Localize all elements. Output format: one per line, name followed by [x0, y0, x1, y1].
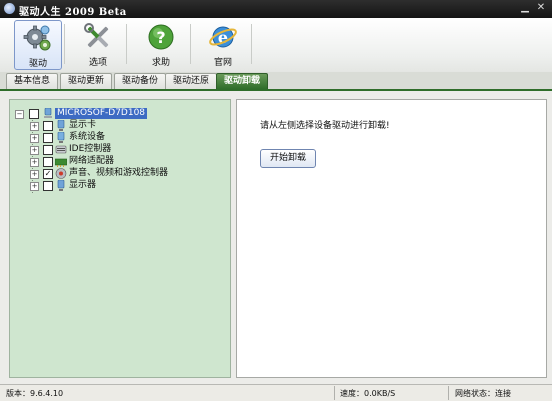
tree-item-network-adapter[interactable]: + 网络适配器: [30, 156, 225, 167]
tree-item-checkbox[interactable]: [43, 133, 53, 143]
tree-expand-toggle[interactable]: +: [30, 170, 39, 179]
tree-item-checkbox[interactable]: [43, 121, 53, 131]
monitor-icon: [57, 180, 65, 191]
tree-item-display-card[interactable]: + 显示卡: [30, 120, 225, 131]
toolbar-website-button[interactable]: e 官网: [200, 20, 246, 68]
gear-icon: [23, 25, 51, 51]
tab-driver-update[interactable]: 驱动更新: [60, 73, 112, 89]
status-version: 版本：9.6.4.10: [6, 389, 64, 398]
tree-item-monitor[interactable]: + 显示器: [30, 180, 225, 191]
status-network: 网络状态：连接: [455, 389, 511, 398]
toolbar-divider: [251, 24, 252, 64]
computer-icon: [44, 108, 52, 118]
status-bar: 版本：9.6.4.10 速度：0.0KB/S 网络状态：连接: [0, 384, 552, 401]
toolbar: 驱动 选项 ? 求助 e 官网: [0, 18, 552, 72]
tree-item-checkbox[interactable]: [43, 145, 53, 155]
uninstall-prompt: 请从左侧选择设备驱动进行卸载!: [260, 121, 390, 131]
tree-item-label: 网络适配器: [69, 156, 115, 166]
tree-collapse-toggle[interactable]: −: [15, 110, 24, 119]
tree-item-label: 显示器: [69, 180, 97, 190]
app-icon: [4, 3, 15, 14]
status-speed: 速度：0.0KB/S: [340, 389, 396, 398]
tree-root-node[interactable]: − MICROSOF-D7D108: [15, 108, 225, 119]
tab-basic-info[interactable]: 基本信息: [6, 73, 58, 89]
toolbar-divider: [126, 24, 127, 64]
tab-driver-backup[interactable]: 驱动备份: [114, 73, 166, 89]
toolbar-divider: [64, 24, 65, 64]
status-divider: [448, 386, 449, 400]
toolbar-options-label: 选项: [88, 58, 107, 68]
title-bar: 驱动人生 2009 Beta ▁ ✕: [0, 0, 552, 18]
tree-item-checkbox-checked[interactable]: ✓: [43, 169, 53, 179]
toolbar-options-button[interactable]: 选项: [75, 20, 121, 68]
toolbar-divider: [190, 24, 191, 64]
help-icon: ?: [148, 24, 174, 50]
display-card-icon: [57, 120, 65, 131]
tree-item-sound-video-game[interactable]: + ✓ 声音、视频和游戏控制器: [30, 168, 225, 179]
tree-item-ide-controller[interactable]: + IDE控制器: [30, 144, 225, 155]
uninstall-panel: 请从左侧选择设备驱动进行卸载! 开始卸载: [236, 99, 547, 378]
tree-expand-toggle[interactable]: +: [30, 122, 39, 131]
tree-item-checkbox[interactable]: [43, 181, 53, 191]
tree-expand-toggle[interactable]: +: [30, 158, 39, 167]
tree-expand-toggle[interactable]: +: [30, 182, 39, 191]
toolbar-help-label: 求助: [151, 58, 170, 68]
tree-root-checkbox[interactable]: [29, 109, 39, 119]
ie-globe-icon: e: [209, 26, 237, 48]
svg-text:?: ?: [156, 28, 165, 47]
toolbar-website-label: 官网: [213, 58, 232, 68]
ide-controller-icon: [55, 145, 67, 154]
tab-driver-uninstall[interactable]: 驱动卸载: [216, 73, 268, 89]
tree-item-label: 声音、视频和游戏控制器: [69, 168, 169, 178]
tree-item-label: 显示卡: [69, 120, 97, 130]
toolbar-help-button[interactable]: ? 求助: [138, 20, 184, 68]
tree-expand-toggle[interactable]: +: [30, 146, 39, 155]
start-uninstall-button[interactable]: 开始卸载: [260, 149, 316, 168]
sound-icon: [55, 168, 67, 179]
tree-expand-toggle[interactable]: +: [30, 134, 39, 143]
tree-item-label: IDE控制器: [69, 144, 112, 154]
toolbar-driver-label: 驱动: [28, 59, 47, 69]
toolbar-driver-button[interactable]: 驱动: [14, 20, 62, 70]
minimize-button[interactable]: ▁: [518, 2, 532, 15]
network-adapter-icon: [55, 158, 67, 167]
tools-icon: [84, 23, 109, 48]
tree-item-checkbox[interactable]: [43, 157, 53, 167]
close-button[interactable]: ✕: [534, 2, 548, 15]
tree-item-system-devices[interactable]: + 系统设备: [30, 132, 225, 143]
device-tree-panel[interactable]: − MICROSOF-D7D108 + 显示卡 + 系统设备 + IDE控制器 …: [9, 99, 231, 378]
tree-root-label: MICROSOF-D7D108: [55, 108, 148, 119]
window-title: 驱动人生 2009 Beta: [19, 7, 127, 18]
main-area: − MICROSOF-D7D108 + 显示卡 + 系统设备 + IDE控制器 …: [0, 91, 552, 384]
tree-item-label: 系统设备: [69, 132, 106, 142]
status-divider: [334, 386, 335, 400]
tab-bar: 基本信息 驱动更新 驱动备份 驱动还原 驱动卸载: [0, 72, 552, 89]
system-device-icon: [57, 132, 65, 143]
tab-driver-restore[interactable]: 驱动还原: [165, 73, 217, 89]
